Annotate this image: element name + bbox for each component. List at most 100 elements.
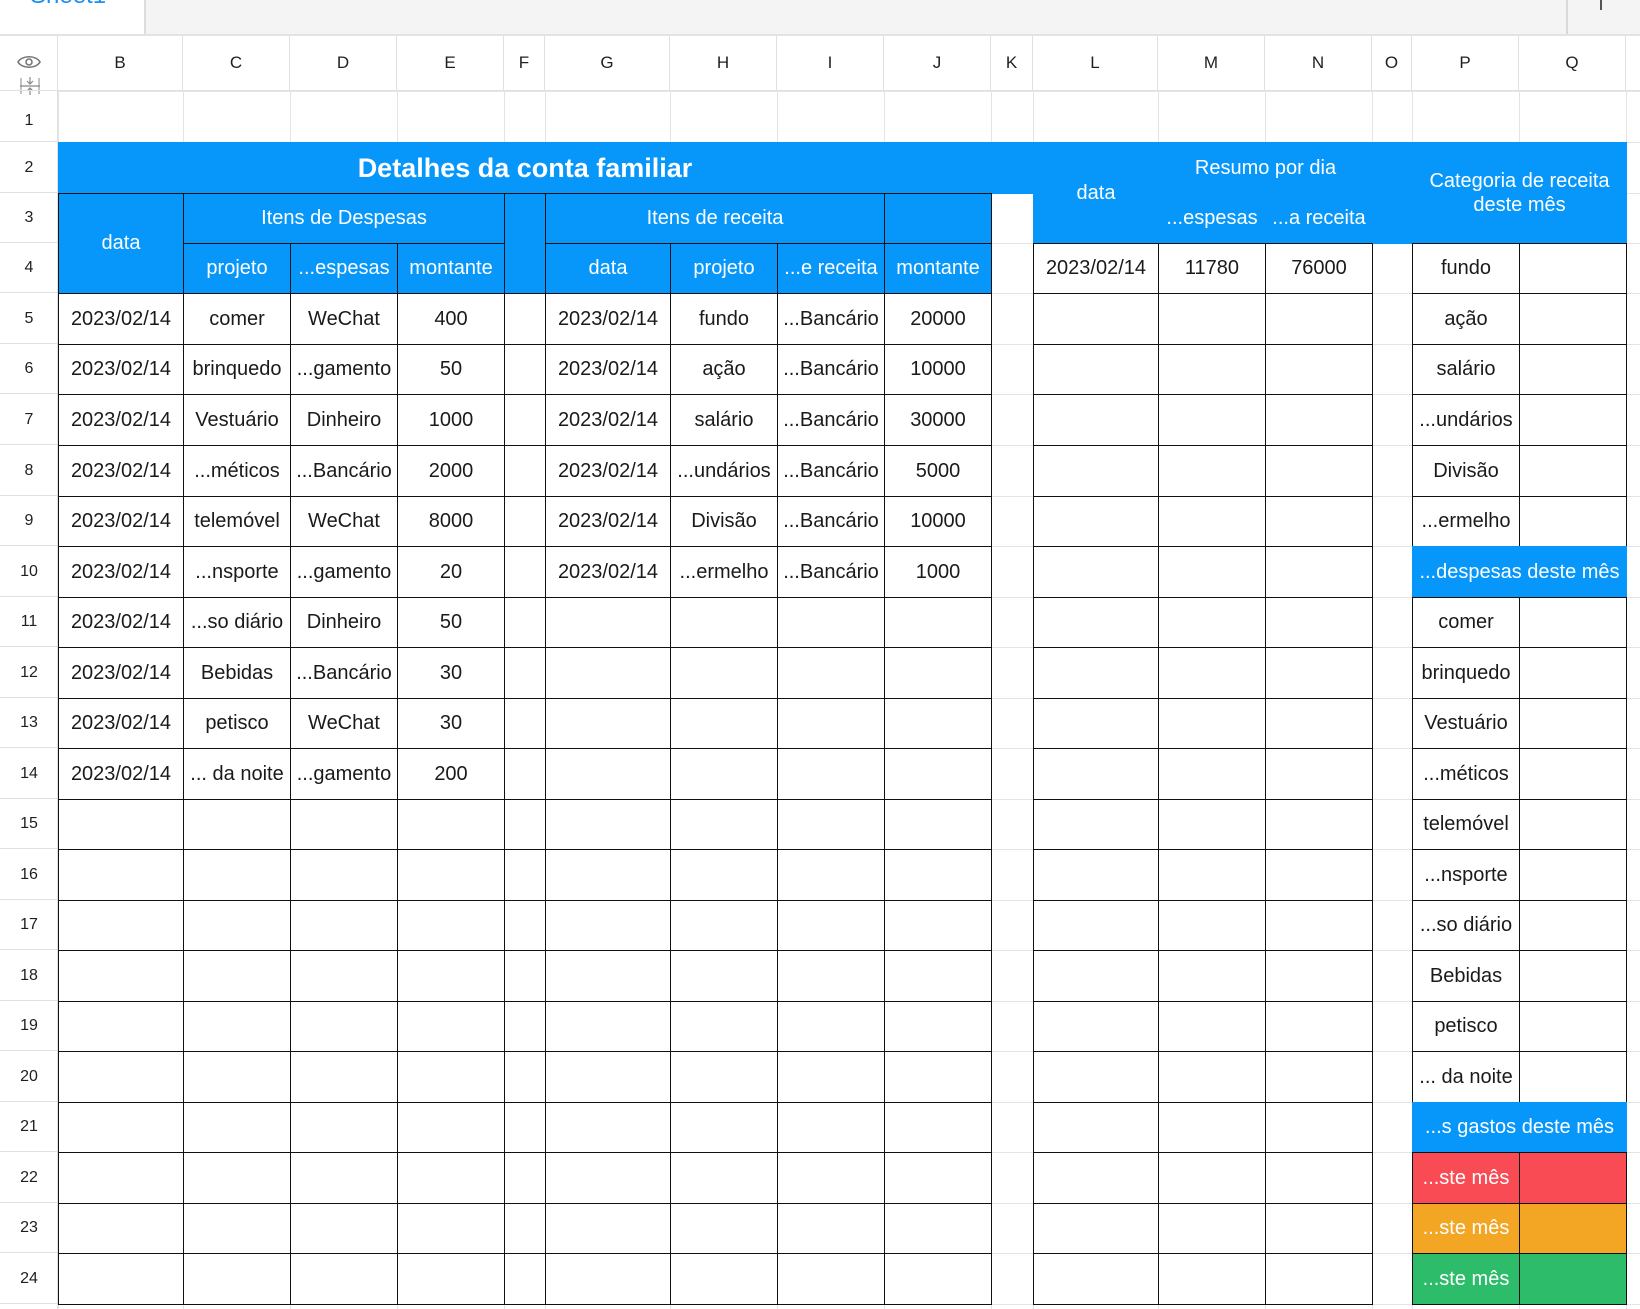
expense-cell[interactable]: ...gamento <box>290 546 398 598</box>
empty-cell[interactable] <box>1265 1102 1373 1153</box>
empty-cell[interactable] <box>1033 293 1159 345</box>
summary-income-header[interactable]: ...a receita <box>1265 193 1373 244</box>
income-cell[interactable]: 2023/02/14 <box>545 496 671 547</box>
empty-cell[interactable] <box>1265 1152 1373 1204</box>
column-header-c[interactable]: C <box>183 36 290 90</box>
empty-cell[interactable] <box>290 900 398 951</box>
income-category-value[interactable] <box>1519 243 1627 294</box>
empty-cell[interactable] <box>1158 496 1266 547</box>
empty-cell[interactable] <box>290 1253 398 1305</box>
expense-cell[interactable]: ...gamento <box>290 748 398 800</box>
income-category-header[interactable]: Categoria de receita deste mês <box>1412 142 1627 244</box>
row-header-21[interactable]: 21 <box>0 1102 58 1152</box>
expense-cell[interactable]: 50 <box>397 344 505 395</box>
empty-cell[interactable] <box>670 1051 778 1103</box>
empty-cell[interactable] <box>58 1001 184 1052</box>
income-project-header[interactable]: projeto <box>670 243 778 294</box>
expense-cell[interactable]: 2000 <box>397 445 505 497</box>
empty-cell[interactable] <box>504 1102 546 1153</box>
empty-cell[interactable] <box>504 1203 546 1254</box>
column-header-l[interactable]: L <box>1033 36 1158 90</box>
expense-items-header[interactable]: Itens de Despesas <box>183 193 505 244</box>
empty-cell[interactable] <box>1265 647 1373 699</box>
cell-o-header[interactable] <box>1372 142 1413 244</box>
total-label[interactable]: ...ste mês <box>1412 1152 1520 1204</box>
empty-cell[interactable] <box>545 1051 671 1103</box>
empty-cell[interactable] <box>504 1253 546 1305</box>
empty-cell[interactable] <box>670 900 778 951</box>
eye-icon[interactable] <box>17 54 41 70</box>
empty-cell[interactable] <box>290 1152 398 1204</box>
total-value[interactable] <box>1519 1152 1627 1204</box>
summary-cell[interactable]: 11780 <box>1158 243 1266 294</box>
empty-cell[interactable] <box>504 1001 546 1052</box>
empty-cell[interactable] <box>884 950 992 1002</box>
cell-f-header[interactable] <box>504 193 546 294</box>
empty-cell[interactable] <box>545 647 671 699</box>
empty-cell[interactable] <box>504 293 546 345</box>
income-cell[interactable]: Divisão <box>670 496 778 547</box>
expense-cell[interactable]: Vestuário <box>183 394 291 446</box>
expense-cell[interactable]: 8000 <box>397 496 505 547</box>
empty-cell[interactable] <box>504 647 546 699</box>
expense-cell[interactable]: brinquedo <box>183 344 291 395</box>
cell-k2[interactable] <box>991 142 1034 194</box>
empty-cell[interactable] <box>1033 1203 1159 1254</box>
empty-cell[interactable] <box>290 799 398 850</box>
empty-cell[interactable] <box>1033 1001 1159 1052</box>
expense-cell[interactable]: 2023/02/14 <box>58 293 184 345</box>
empty-cell[interactable] <box>884 647 992 699</box>
empty-cell[interactable] <box>545 1203 671 1254</box>
empty-cell[interactable] <box>884 698 992 749</box>
expense-category-value[interactable] <box>1519 1051 1627 1103</box>
empty-cell[interactable] <box>397 900 505 951</box>
column-header-p[interactable]: P <box>1412 36 1519 90</box>
empty-cell[interactable] <box>183 950 291 1002</box>
empty-cell[interactable] <box>545 1102 671 1153</box>
income-cell[interactable]: salário <box>670 394 778 446</box>
empty-cell[interactable] <box>183 1152 291 1204</box>
row-header-15[interactable]: 15 <box>0 799 58 849</box>
income-cell[interactable]: 5000 <box>884 445 992 497</box>
row-header-1[interactable]: 1 <box>0 91 58 142</box>
empty-cell[interactable] <box>1033 950 1159 1002</box>
empty-cell[interactable] <box>397 1152 505 1204</box>
expense-category-value[interactable] <box>1519 597 1627 648</box>
income-cell[interactable]: 30000 <box>884 394 992 446</box>
empty-cell[interactable] <box>397 1001 505 1052</box>
column-header-q[interactable]: Q <box>1519 36 1626 90</box>
empty-cell[interactable] <box>1265 445 1373 497</box>
empty-cell[interactable] <box>397 1253 505 1305</box>
column-header-f[interactable]: F <box>504 36 545 90</box>
sheet-title[interactable]: Detalhes da conta familiar <box>58 142 992 194</box>
empty-cell[interactable] <box>504 597 546 648</box>
empty-cell[interactable] <box>670 1253 778 1305</box>
empty-cell[interactable] <box>504 849 546 901</box>
empty-cell[interactable] <box>884 1152 992 1204</box>
empty-cell[interactable] <box>1265 849 1373 901</box>
empty-cell[interactable] <box>290 1001 398 1052</box>
expense-cell[interactable]: Dinheiro <box>290 597 398 648</box>
empty-cell[interactable] <box>58 799 184 850</box>
empty-cell[interactable] <box>504 698 546 749</box>
empty-cell[interactable] <box>884 849 992 901</box>
column-header-i[interactable]: I <box>777 36 884 90</box>
empty-cell[interactable] <box>1033 1102 1159 1153</box>
expense-category-value[interactable] <box>1519 950 1627 1002</box>
empty-cell[interactable] <box>1033 597 1159 648</box>
income-category-item[interactable]: ...ermelho <box>1412 496 1520 547</box>
expense-project-header[interactable]: projeto <box>183 243 291 294</box>
empty-cell[interactable] <box>504 950 546 1002</box>
expense-category-value[interactable] <box>1519 849 1627 901</box>
total-label[interactable]: ...ste mês <box>1412 1203 1520 1254</box>
empty-cell[interactable] <box>1265 950 1373 1002</box>
expense-category-item[interactable]: brinquedo <box>1412 647 1520 699</box>
row-header-2[interactable]: 2 <box>0 142 58 193</box>
column-header-b[interactable]: B <box>58 36 183 90</box>
income-category-value[interactable] <box>1519 394 1627 446</box>
empty-cell[interactable] <box>1158 1051 1266 1103</box>
empty-cell[interactable] <box>1265 900 1373 951</box>
expense-category-value[interactable] <box>1519 1001 1627 1052</box>
empty-cell[interactable] <box>1158 698 1266 749</box>
empty-cell[interactable] <box>670 799 778 850</box>
